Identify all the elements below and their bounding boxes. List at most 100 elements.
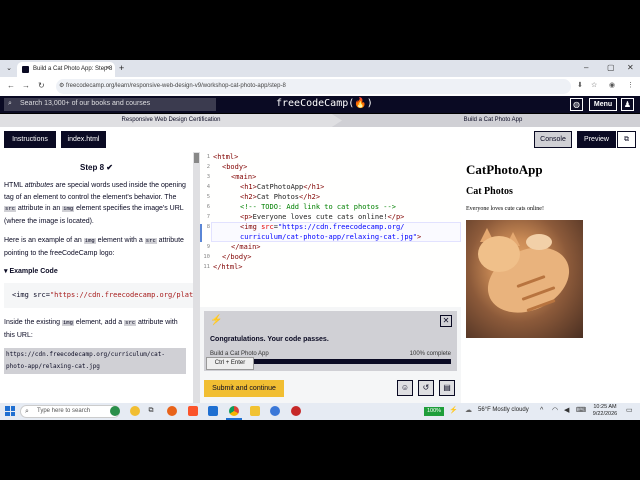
avatar[interactable]: ♟ bbox=[621, 98, 634, 111]
fcc-navbar: ⌕ Search 13,000+ of our books and course… bbox=[0, 96, 640, 113]
url-field[interactable]: ⚙ freecodecamp.org/learn/responsive-web-… bbox=[56, 79, 571, 94]
code-token: </h2> bbox=[299, 193, 321, 201]
cat-paw-shape bbox=[526, 234, 552, 250]
forum-icon[interactable]: ▤ bbox=[439, 380, 455, 396]
preview-subheading: Cat Photos bbox=[466, 186, 513, 197]
code-line-1: <html> bbox=[213, 153, 239, 161]
step-title: Step 8 ✔ bbox=[0, 162, 193, 174]
relaxing-cat-image bbox=[466, 220, 583, 338]
weather-icon[interactable]: ☁ bbox=[465, 406, 472, 416]
app-icon[interactable] bbox=[270, 406, 280, 416]
install-icon[interactable]: ⬇ bbox=[577, 81, 583, 91]
active-app-indicator bbox=[226, 418, 242, 420]
p3-text-b: element, add a bbox=[73, 319, 125, 326]
firefox-icon[interactable] bbox=[167, 406, 177, 416]
file-explorer-icon[interactable] bbox=[250, 406, 260, 416]
preview-button[interactable]: Preview bbox=[577, 131, 616, 148]
chrome-icon[interactable] bbox=[229, 406, 239, 416]
close-result-button[interactable]: ✕ bbox=[440, 315, 452, 327]
network-icon[interactable]: ◠ bbox=[552, 406, 558, 416]
site-info-icon[interactable]: ⚙ bbox=[59, 82, 64, 89]
code-token: </h1> bbox=[303, 183, 325, 191]
charging-icon: ⚡ bbox=[449, 407, 458, 414]
scrollbar-thumb[interactable] bbox=[194, 153, 199, 163]
browser-menu-icon[interactable]: ⋮ bbox=[627, 81, 634, 91]
search-placeholder: Search 13,000+ of our books and courses bbox=[20, 100, 151, 107]
help-icon[interactable]: ☺ bbox=[397, 380, 413, 396]
close-window-icon[interactable]: ✕ bbox=[627, 63, 634, 73]
instructions-scrollbar[interactable] bbox=[193, 152, 200, 404]
progress-percent-label: 100% complete bbox=[409, 351, 451, 357]
code-editor[interactable]: 1 2 3 4 5 6 7 8 9 10 11 <html> <body> <m… bbox=[200, 152, 461, 307]
code-token: <h2> bbox=[240, 193, 257, 201]
breadcrumb-certification[interactable]: Responsive Web Design Certification bbox=[0, 114, 342, 127]
screen: ⌄ Build a Cat Photo App: Step 8 × + – ▢ … bbox=[0, 0, 640, 480]
forward-icon[interactable]: → bbox=[22, 81, 30, 91]
line-number: 5 bbox=[206, 194, 210, 200]
lightning-icon: ⚡ bbox=[210, 315, 223, 326]
language-globe-icon[interactable]: ◍ bbox=[570, 98, 583, 111]
back-icon[interactable]: ← bbox=[7, 81, 15, 91]
minimize-icon[interactable]: – bbox=[584, 63, 588, 73]
profile-icon[interactable]: ◉ bbox=[609, 81, 615, 91]
code-line-10: </body> bbox=[222, 253, 252, 261]
battery-indicator[interactable]: 100% bbox=[424, 407, 444, 416]
bookmark-icon[interactable]: ☆ bbox=[591, 81, 597, 91]
inline-code: src bbox=[144, 238, 157, 244]
code-line-11: </html> bbox=[213, 263, 243, 271]
breadcrumb: Responsive Web Design Certification Buil… bbox=[0, 114, 640, 127]
code-token: > bbox=[417, 233, 422, 241]
volume-icon[interactable]: ◀ bbox=[564, 406, 569, 416]
code-line-3: <main> bbox=[231, 173, 257, 181]
tab-search-icon[interactable]: ⌄ bbox=[4, 64, 14, 74]
maximize-icon[interactable]: ▢ bbox=[607, 63, 615, 73]
code-line-8: <img src="https://cdn.freecodecamp.org/ bbox=[240, 222, 404, 232]
taskbar-search-input[interactable]: ⌕ Type here to search bbox=[20, 405, 120, 418]
vscode-icon[interactable] bbox=[208, 406, 218, 416]
app-icon[interactable] bbox=[291, 406, 301, 416]
show-hidden-icons-icon[interactable]: ^ bbox=[540, 406, 543, 416]
menu-button[interactable]: Menu bbox=[589, 98, 617, 111]
code-line-8-wrap: curriculum/cat-photo-app/relaxing-cat.jp… bbox=[240, 232, 421, 242]
code-token: Everyone loves cute cats online! bbox=[252, 213, 388, 221]
code-line-5: <h2>Cat Photos</h2> bbox=[240, 192, 320, 202]
breadcrumb-project[interactable]: Build a Cat Photo App bbox=[346, 114, 640, 127]
search-input[interactable]: ⌕ Search 13,000+ of our books and course… bbox=[4, 98, 216, 111]
console-button[interactable]: Console bbox=[534, 131, 572, 148]
search-icon: ⌕ bbox=[25, 408, 29, 415]
code-line-4: <h1>CatPhotoApp</h1> bbox=[240, 182, 324, 192]
new-tab-icon[interactable]: + bbox=[119, 63, 124, 73]
file-tab-index-html[interactable]: index.html bbox=[61, 131, 106, 148]
description-paragraph-3: Inside the existing img element, add a s… bbox=[4, 317, 190, 341]
reload-icon[interactable]: ↻ bbox=[38, 81, 45, 91]
example-code-toggle[interactable]: ▾ Example Code bbox=[4, 266, 58, 278]
instructions-tab[interactable]: Instructions bbox=[4, 131, 56, 148]
popout-preview-icon[interactable]: ⧉ bbox=[617, 131, 636, 148]
submit-and-continue-button[interactable]: Submit and continue bbox=[204, 380, 284, 397]
widget-icon[interactable] bbox=[110, 406, 120, 416]
taskbar-clock[interactable]: 10:25 AM 9/22/2026 bbox=[590, 404, 620, 418]
brave-icon[interactable] bbox=[188, 406, 198, 416]
url-text: freecodecamp.org/learn/responsive-web-de… bbox=[66, 83, 286, 89]
example-value: "https://cdn.freecodecamp.org/plat bbox=[49, 291, 193, 299]
reset-icon[interactable]: ↺ bbox=[418, 380, 434, 396]
task-view-icon[interactable]: ⧉ bbox=[146, 406, 156, 416]
code-token: CatPhotoApp bbox=[256, 183, 304, 191]
line-number: 11 bbox=[203, 264, 210, 270]
notifications-icon[interactable]: ▭ bbox=[626, 406, 633, 416]
weather-text[interactable]: 56°F Mostly cloudy bbox=[478, 407, 529, 413]
ime-icon[interactable]: ⌨ bbox=[576, 406, 586, 416]
shortcut-tooltip: Ctrl + Enter bbox=[206, 357, 254, 370]
windows-start-icon[interactable] bbox=[5, 406, 15, 416]
example-tag: <img src= bbox=[12, 291, 50, 299]
line-number: 1 bbox=[206, 154, 210, 160]
description-paragraph-1: HTML attributes are special words used i… bbox=[4, 180, 190, 227]
code-token: <img bbox=[240, 223, 262, 231]
preview-heading: CatPhotoApp bbox=[466, 162, 543, 177]
widget-icon[interactable] bbox=[130, 406, 140, 416]
p2-text-a: Here is an example of an bbox=[4, 237, 84, 244]
fcc-logo[interactable]: freeCodeCamp(🔥) bbox=[276, 98, 373, 109]
line-number: 3 bbox=[206, 174, 210, 180]
close-tab-icon[interactable]: × bbox=[106, 65, 110, 72]
browser-tab[interactable]: Build a Cat Photo App: Step 8 × bbox=[17, 62, 115, 77]
